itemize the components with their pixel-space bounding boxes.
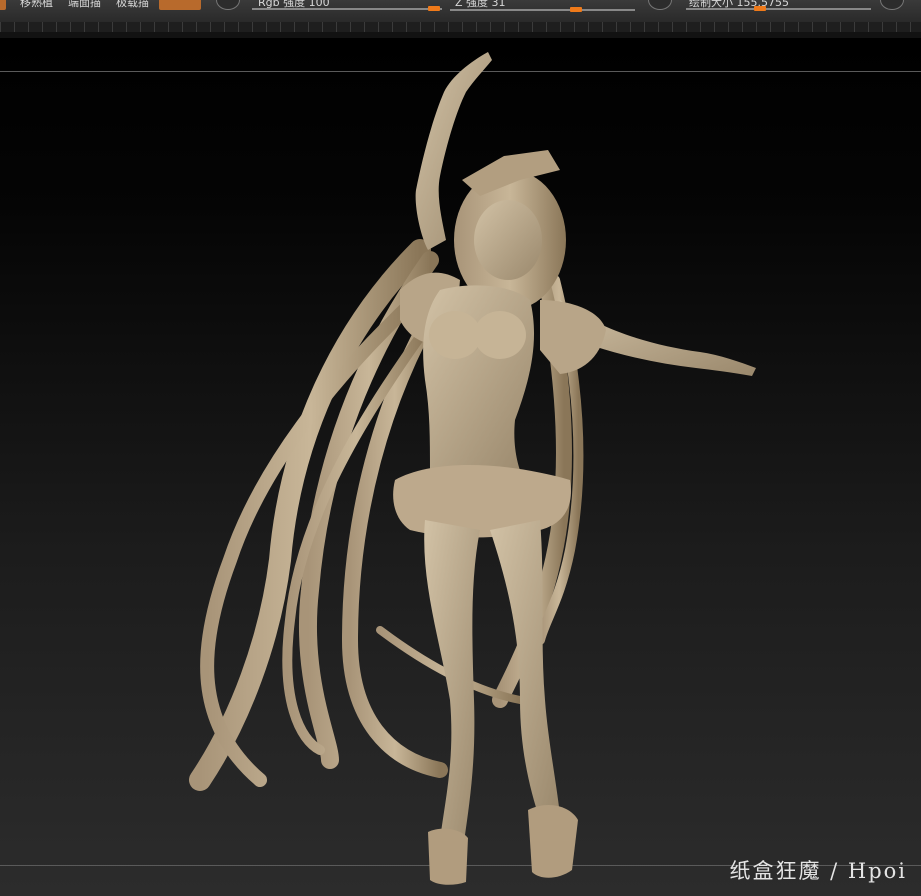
watermark-text: 纸盒狂魔 / Hpoi xyxy=(729,859,907,883)
sculpted-figure-model[interactable] xyxy=(0,0,921,896)
face xyxy=(474,200,542,280)
right-sandal xyxy=(528,805,578,878)
left-sandal xyxy=(428,828,468,885)
right-ruffle xyxy=(540,300,606,374)
bikini-top-left xyxy=(429,311,481,359)
bikini-top-right xyxy=(474,311,526,359)
torso xyxy=(423,285,535,470)
frilled-skirt xyxy=(393,465,571,538)
left-leg xyxy=(424,520,480,842)
